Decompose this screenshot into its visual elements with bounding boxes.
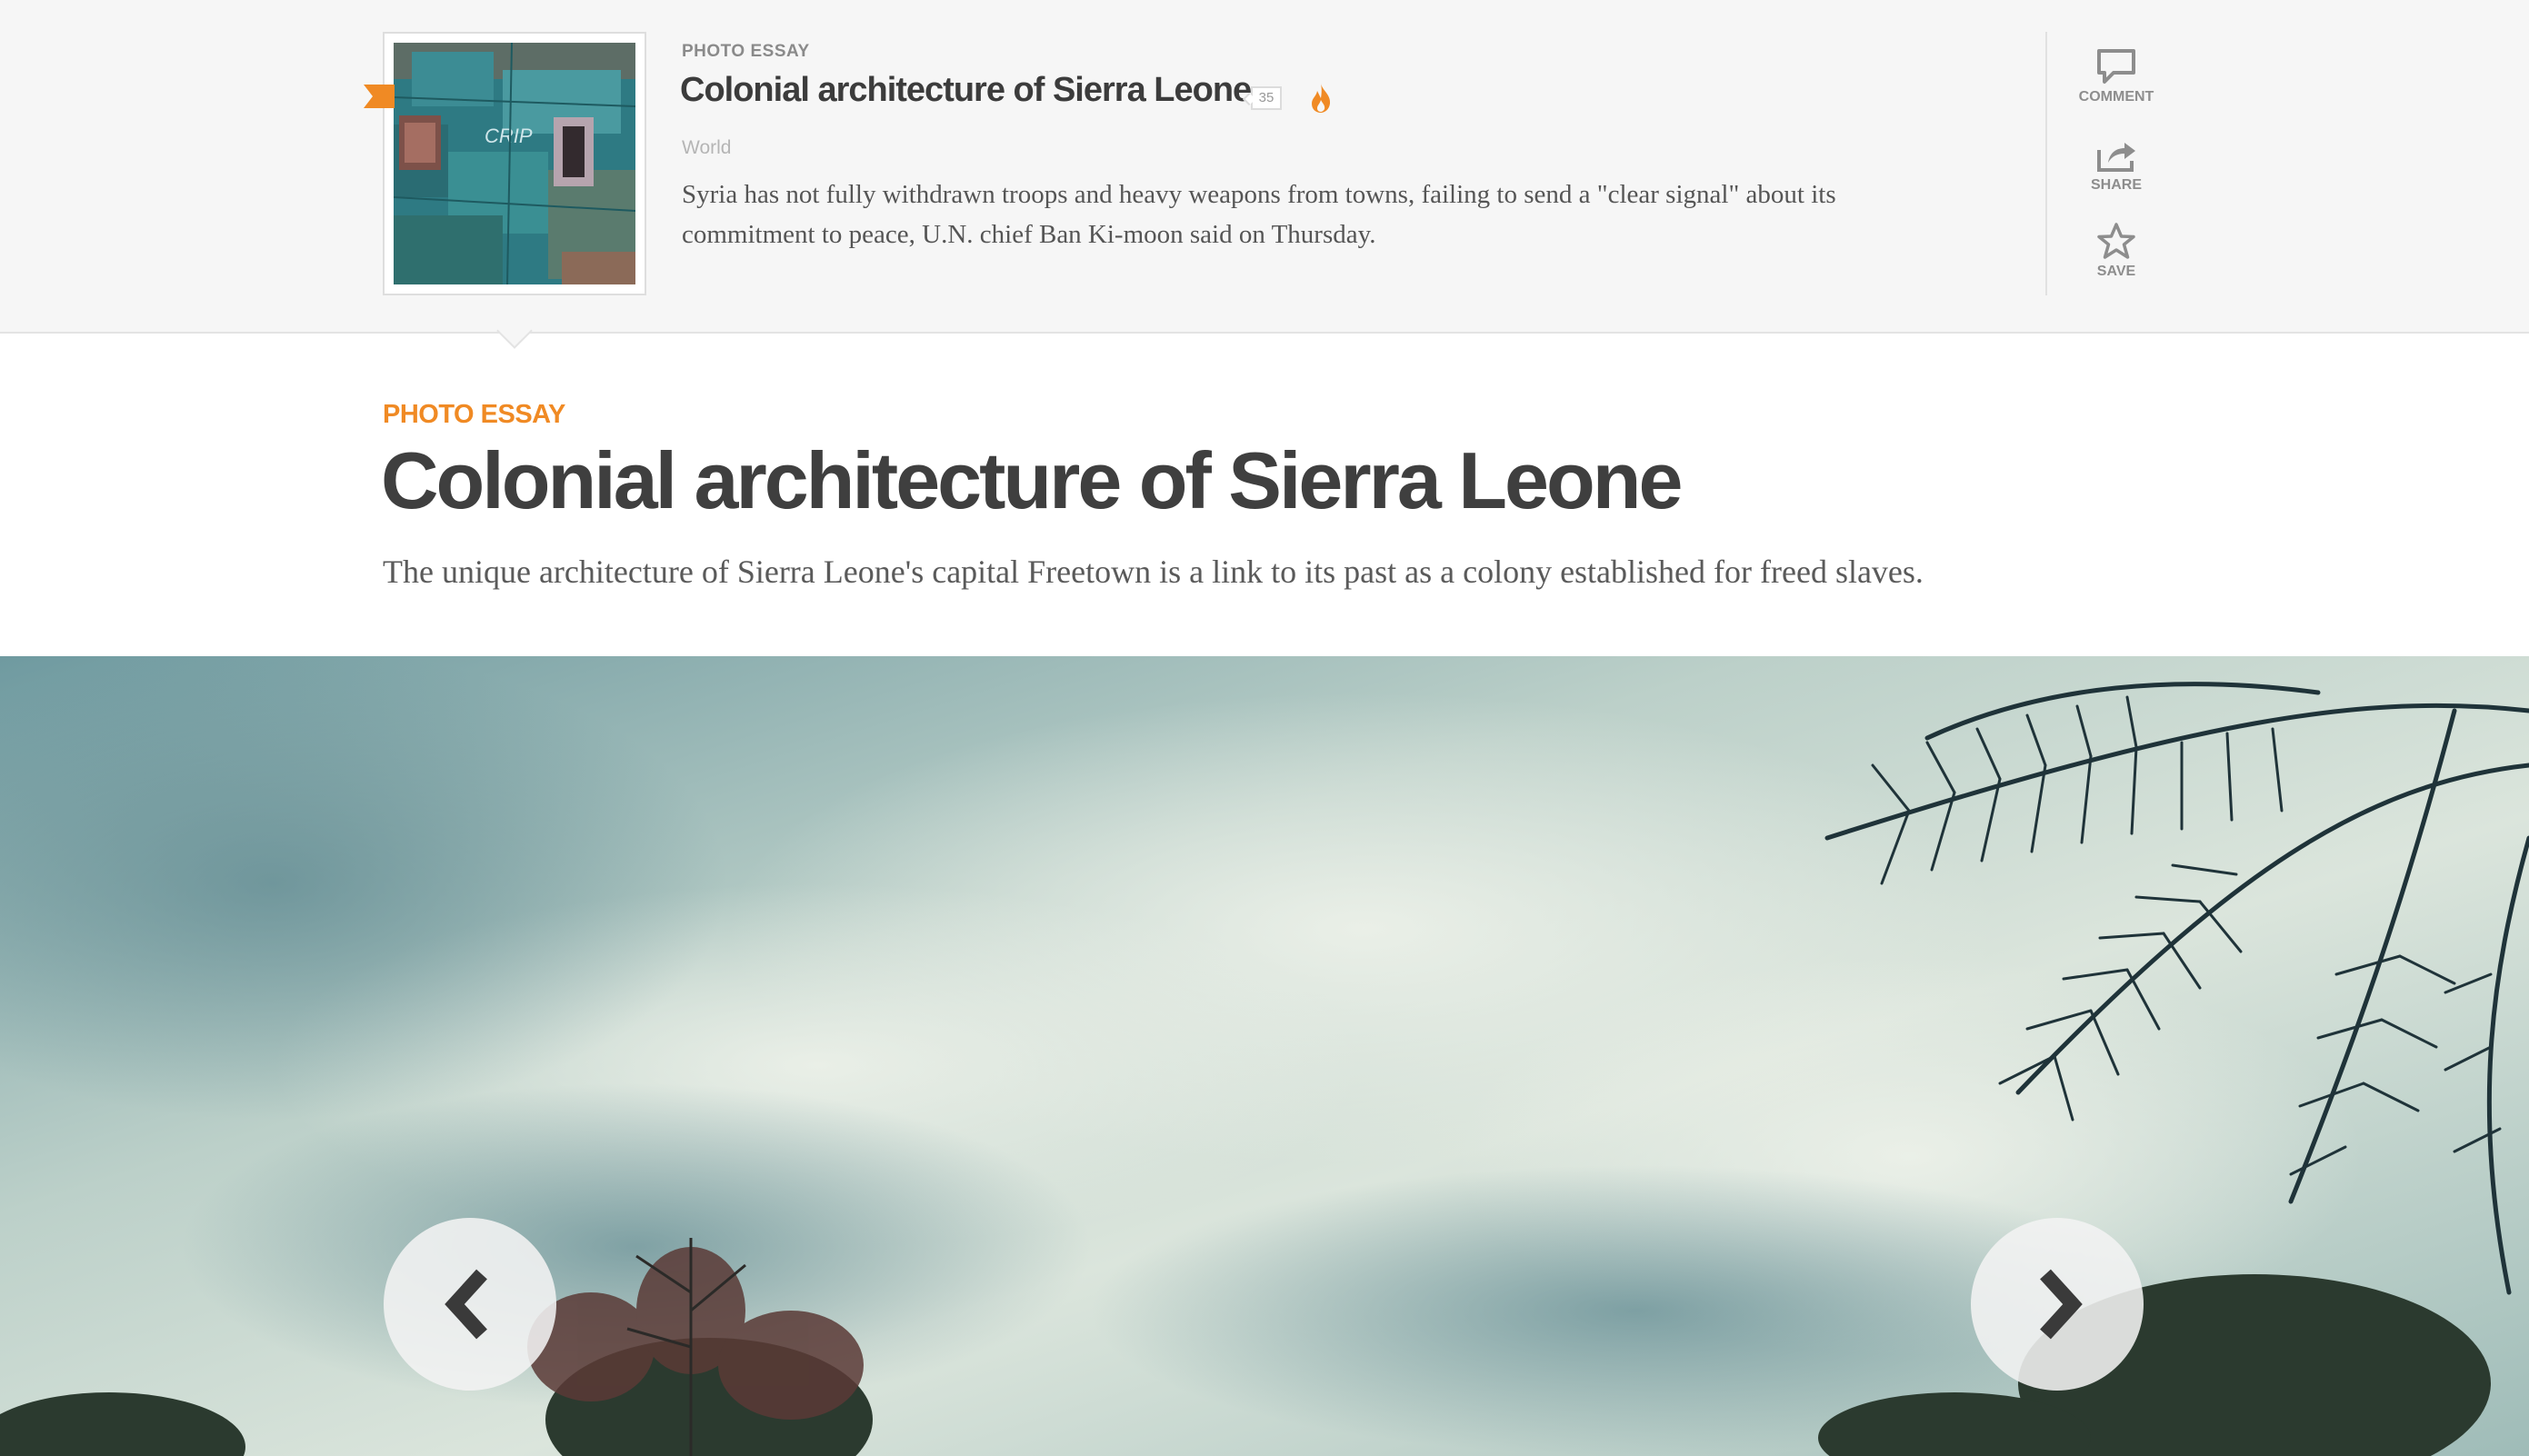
gallery-photo [0, 656, 2529, 1456]
chevron-left-icon [445, 1269, 487, 1340]
actions-divider [2045, 32, 2047, 295]
comment-icon [2097, 49, 2135, 84]
next-photo-button[interactable] [1971, 1218, 2144, 1391]
comment-label: COMMENT [2078, 89, 2154, 105]
thumbnail-image: CRIP [394, 43, 635, 284]
save-button[interactable]: SAVE [2062, 222, 2171, 280]
chevron-right-icon [2040, 1269, 2083, 1340]
story-card: CRIP PHOTO ESSAY Colonial architecture o… [0, 0, 2529, 349]
share-icon [2097, 143, 2135, 172]
comment-count-badge[interactable]: 35 [1251, 86, 1282, 110]
article-dek: The unique architecture of Sierra Leone'… [383, 553, 1924, 590]
article-kicker[interactable]: PHOTO ESSAY [383, 400, 565, 430]
card-pointer [496, 313, 533, 349]
card-kicker: PHOTO ESSAY [682, 42, 810, 61]
flame-icon [1312, 84, 1331, 113]
article-headline: Colonial architecture of Sierra Leone [381, 435, 1683, 525]
story-thumbnail[interactable]: CRIP [383, 32, 646, 295]
save-label: SAVE [2096, 264, 2136, 279]
svg-text:CRIP: CRIP [485, 125, 533, 147]
share-label: SHARE [2090, 177, 2142, 193]
flag-ribbon-icon [364, 85, 395, 108]
card-title[interactable]: Colonial architecture of Sierra Leone [680, 71, 1252, 110]
star-icon [2097, 223, 2135, 259]
previous-photo-button[interactable] [384, 1218, 556, 1391]
card-summary: Syria has not fully withdrawn troops and… [682, 180, 1836, 249]
comment-button[interactable]: COMMENT [2062, 47, 2171, 105]
section-label[interactable]: World [682, 137, 731, 159]
share-button[interactable]: SHARE [2062, 139, 2171, 194]
